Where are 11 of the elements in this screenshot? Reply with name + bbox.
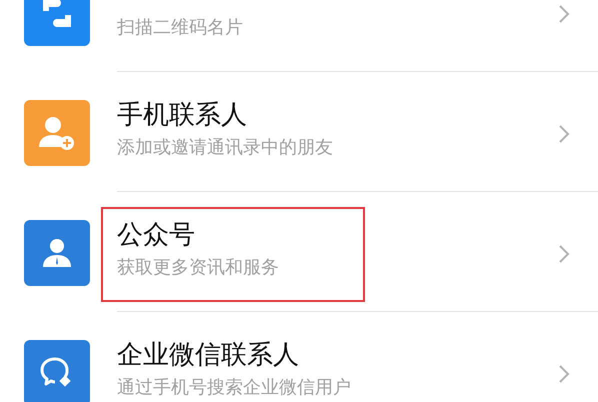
- item-subtitle: 扫描二维码名片: [117, 16, 244, 39]
- item-title: 手机联系人: [117, 98, 248, 131]
- item-title: 企业微信联系人: [117, 338, 300, 371]
- item-subtitle: 添加或邀请通讯录中的朋友: [117, 136, 334, 159]
- item-subtitle: 通过手机号搜索企业微信用户: [117, 376, 352, 399]
- chevron-right-icon: [558, 364, 570, 384]
- chevron-right-icon: [558, 244, 570, 264]
- chevron-right-icon: [558, 4, 570, 24]
- chevron-right-icon: [558, 124, 570, 144]
- item-subtitle: 获取更多资讯和服务: [117, 256, 280, 279]
- item-title: 公众号: [117, 218, 196, 251]
